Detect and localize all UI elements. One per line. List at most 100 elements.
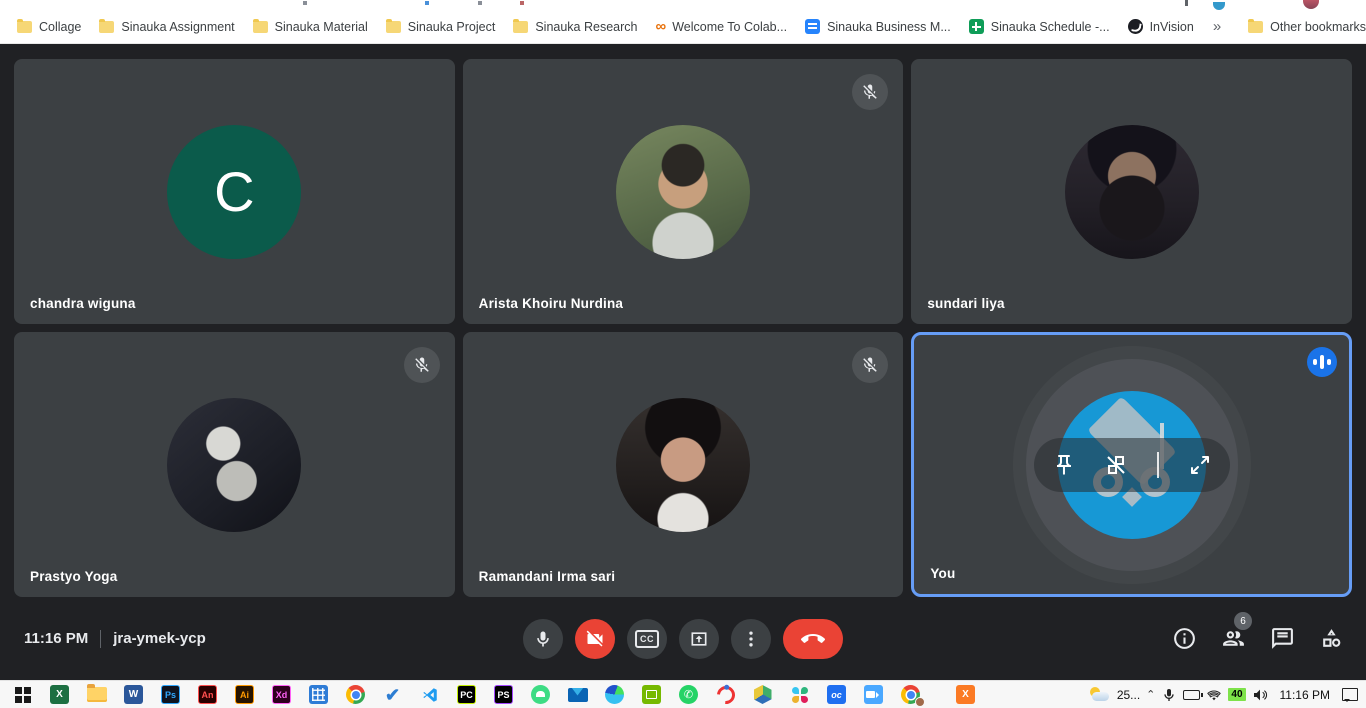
participant-name: chandra wiguna: [30, 296, 136, 311]
participants-count-badge: 6: [1234, 612, 1252, 630]
taskbar-android-studio[interactable]: [522, 681, 559, 708]
pin-icon[interactable]: [1052, 453, 1076, 477]
windows-logo-icon: [15, 687, 31, 703]
clock-time: 11:16 PM: [24, 630, 88, 647]
other-bookmarks-button[interactable]: Other bookmarks: [1239, 14, 1366, 40]
battery-icon[interactable]: [1183, 690, 1200, 700]
taskbar-ocam[interactable]: oc: [818, 681, 855, 708]
battery-percent-badge[interactable]: 40: [1228, 688, 1245, 701]
edge-icon: [605, 685, 624, 704]
bookmark-invision[interactable]: InVision: [1119, 14, 1203, 40]
present-button[interactable]: [679, 619, 719, 659]
participant-tile-chandra[interactable]: C chandra wiguna: [14, 59, 455, 324]
taskbar-whatsapp[interactable]: ✆: [670, 681, 707, 708]
taskbar-screen-recorder[interactable]: [633, 681, 670, 708]
taskbar-excel[interactable]: X: [41, 681, 78, 708]
taskbar-mail[interactable]: [559, 681, 596, 708]
taskbar-photoshop[interactable]: Ps: [152, 681, 189, 708]
start-button[interactable]: [4, 681, 41, 708]
captions-button[interactable]: CC: [627, 619, 667, 659]
browser-chrome-top: [0, 0, 1366, 10]
taskbar-phpstorm[interactable]: PS: [485, 681, 522, 708]
participant-tile-you[interactable]: You: [911, 332, 1352, 597]
folder-icon: [253, 21, 268, 33]
weather-icon[interactable]: [1089, 687, 1111, 703]
participants-button[interactable]: 6: [1221, 626, 1246, 651]
bookmarks-overflow-chevron[interactable]: »: [1203, 18, 1231, 35]
pill-divider: [1157, 452, 1159, 478]
hangup-button[interactable]: [783, 619, 843, 659]
windows-taskbar: X W Ps An Ai Xd ✔ PC PS ✆ oc X 25... ⌃ 4…: [0, 680, 1366, 708]
taskbar-chrome-profile[interactable]: [892, 681, 929, 708]
taskbar-hexagon-app[interactable]: [744, 681, 781, 708]
taskbar-calendar[interactable]: [300, 681, 337, 708]
action-center-icon[interactable]: [1342, 688, 1358, 701]
taskbar-video-recorder[interactable]: [855, 681, 892, 708]
taskbar-pycharm[interactable]: PC: [448, 681, 485, 708]
more-options-button[interactable]: [731, 619, 771, 659]
folder-icon: [513, 21, 528, 33]
bookmark-sinauka-business[interactable]: Sinauka Business M...: [796, 14, 960, 40]
audio-output-indicator[interactable]: [1307, 347, 1337, 377]
vscode-icon: [421, 686, 439, 704]
whatsapp-icon: ✆: [679, 685, 698, 704]
more-vert-icon: [741, 629, 761, 649]
profile-avatar: [915, 697, 925, 707]
meeting-details-button[interactable]: [1172, 626, 1197, 651]
bookmark-sinauka-assignment[interactable]: Sinauka Assignment: [90, 14, 243, 40]
chat-button[interactable]: [1270, 626, 1295, 651]
taskbar-todo[interactable]: ✔: [374, 681, 411, 708]
taskbar-adobe-xd[interactable]: Xd: [263, 681, 300, 708]
bookmark-sinauka-research[interactable]: Sinauka Research: [504, 14, 646, 40]
mic-button[interactable]: [523, 619, 563, 659]
bookmark-collage[interactable]: Collage: [8, 14, 90, 40]
volume-icon[interactable]: [1252, 687, 1268, 703]
taskbar-vscode[interactable]: [411, 681, 448, 708]
mic-off-icon: [852, 347, 888, 383]
avatar-photo: [1065, 125, 1199, 259]
mic-icon: [533, 629, 553, 649]
activities-button[interactable]: [1319, 626, 1344, 651]
taskbar-file-explorer[interactable]: [78, 681, 115, 708]
taskbar-word[interactable]: W: [115, 681, 152, 708]
meeting-code: jra-ymek-ycp: [113, 630, 206, 647]
participant-tile-ramandani[interactable]: Ramandani Irma sari: [463, 332, 904, 597]
red-swirl-app-icon: [713, 682, 738, 707]
taskbar-edge[interactable]: [596, 681, 633, 708]
chat-icon: [1270, 626, 1295, 651]
bookmark-sinauka-project[interactable]: Sinauka Project: [377, 14, 505, 40]
wifi-icon[interactable]: [1206, 687, 1222, 703]
tray-mic-icon[interactable]: [1161, 687, 1177, 703]
taskbar-animate[interactable]: An: [189, 681, 226, 708]
addressbar-fragment: [303, 1, 307, 5]
participant-tile-prastyo[interactable]: Prastyo Yoga: [14, 332, 455, 597]
taskbar-illustrator[interactable]: Ai: [226, 681, 263, 708]
minimize-icon[interactable]: [1188, 453, 1212, 477]
avatar-photo: [616, 398, 750, 532]
participant-grid: C chandra wiguna Arista Khoiru Nurdina s…: [14, 59, 1352, 597]
participant-tile-sundari[interactable]: sundari liya: [911, 59, 1352, 324]
bookmark-sinauka-schedule[interactable]: Sinauka Schedule -...: [960, 14, 1119, 40]
system-tray: 25... ⌃ 40 11:16 PM: [1089, 687, 1362, 703]
pycharm-icon: PC: [457, 685, 476, 704]
extension-icon-partial[interactable]: [1185, 0, 1188, 6]
remove-tile-icon[interactable]: [1104, 453, 1128, 477]
call-controls: CC: [523, 619, 843, 659]
taskbar-clock[interactable]: 11:16 PM: [1274, 688, 1336, 702]
taskbar-slack-like[interactable]: [781, 681, 818, 708]
invision-icon: [1128, 19, 1143, 34]
bookmark-welcome-to-colab[interactable]: ∞ Welcome To Colab...: [646, 14, 796, 40]
taskbar-red-app[interactable]: [707, 681, 744, 708]
call-end-icon: [801, 627, 825, 651]
profile-avatar-partial[interactable]: [1303, 0, 1319, 9]
folder-icon: [99, 21, 114, 33]
camera-off-button[interactable]: [575, 619, 615, 659]
taskbar-xampp[interactable]: X: [947, 681, 984, 708]
tray-overflow-chevron[interactable]: ⌃: [1146, 688, 1155, 701]
participant-tile-arista[interactable]: Arista Khoiru Nurdina: [463, 59, 904, 324]
weather-temperature[interactable]: 25...: [1117, 688, 1140, 702]
taskbar-chrome[interactable]: [337, 681, 374, 708]
extension-icon-partial[interactable]: [1213, 2, 1225, 10]
participant-name: Arista Khoiru Nurdina: [479, 296, 623, 311]
bookmark-sinauka-material[interactable]: Sinauka Material: [244, 14, 377, 40]
